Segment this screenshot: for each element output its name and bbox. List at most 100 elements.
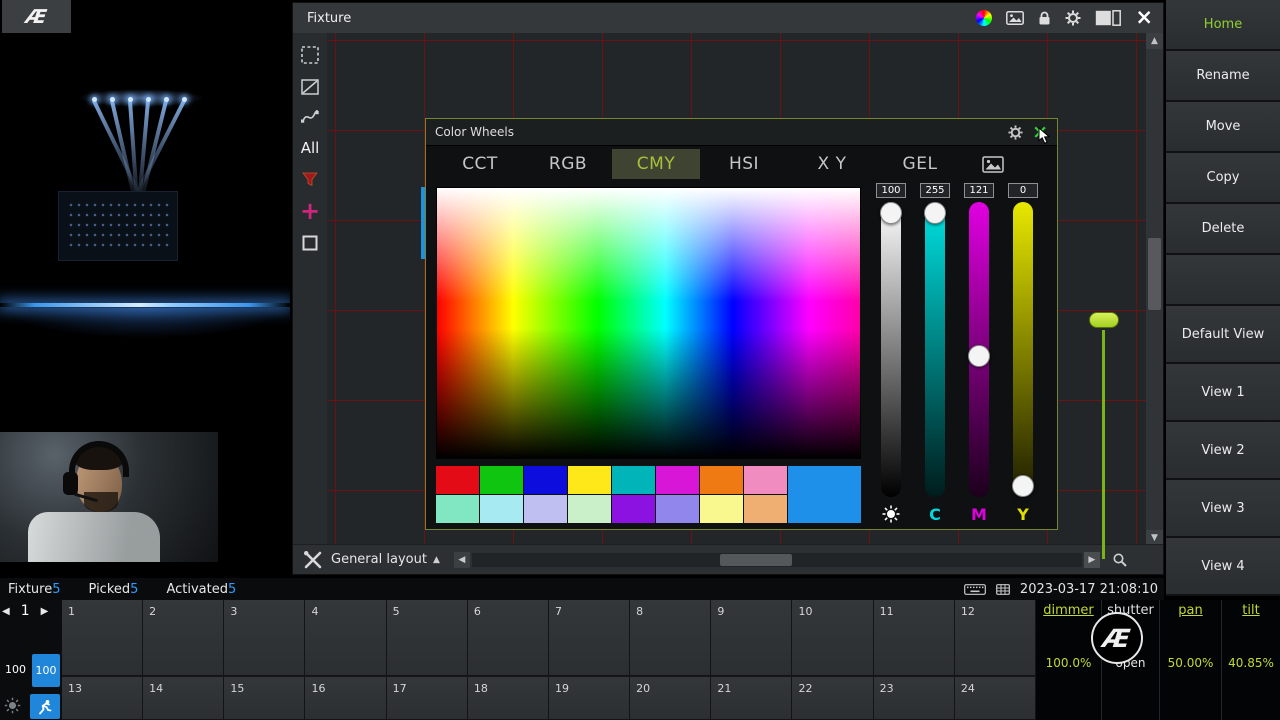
slider-track-yellow[interactable] [1012,202,1034,497]
tab-cmy[interactable]: CMY [612,149,700,179]
filter-icon[interactable] [302,172,318,187]
zoom-icon[interactable] [1112,552,1128,568]
playback-cell-4[interactable]: 4 [305,600,387,676]
playback-cell-15[interactable]: 15 [224,677,306,720]
color-swatch[interactable] [436,466,479,494]
sidebar-button-blank[interactable] [1166,255,1280,306]
color-swatch[interactable] [656,466,699,494]
window-close-button[interactable]: × [1135,6,1153,27]
playback-cell-2[interactable]: 2 [143,600,225,676]
dimmer-icon[interactable] [4,697,21,714]
color-swatch[interactable] [480,466,523,494]
playback-cell-10[interactable]: 10 [792,600,874,676]
color-swatch[interactable] [744,466,787,494]
color-swatch[interactable] [744,495,787,523]
layout-panes-icon[interactable] [1095,10,1122,26]
h-scrollbar-thumb[interactable] [719,553,792,566]
master-fader-track[interactable] [1102,330,1105,559]
slider-thumb-magenta[interactable] [968,345,990,368]
slider-track-magenta[interactable] [968,202,990,497]
active-bank-cell[interactable]: 100 [32,654,60,687]
dialog-titlebar[interactable]: Color Wheels × [426,119,1057,146]
color-swatch[interactable] [700,466,743,494]
color-gradient-picker[interactable] [436,187,861,459]
color-swatch[interactable] [568,495,611,523]
tab-rgb[interactable]: RGB [524,149,612,179]
current-color-swatch[interactable] [788,466,861,523]
slider-value-yellow[interactable]: 0 [1008,183,1038,198]
sidebar-button-view-4[interactable]: View 4 [1166,538,1280,596]
slider-value-cyan[interactable]: 255 [920,183,950,198]
playback-cell-16[interactable]: 16 [305,677,387,720]
gear-icon[interactable] [1065,10,1081,26]
playback-cell-18[interactable]: 18 [467,677,549,720]
playback-cell-17[interactable]: 17 [386,677,468,720]
v-scrollbar-thumb[interactable] [1148,238,1161,310]
sidebar-button-rename[interactable]: Rename [1166,51,1280,102]
color-swatch[interactable] [524,466,567,494]
scroll-up-button[interactable]: ▲ [1146,33,1163,49]
scroll-left-button[interactable]: ◀ [453,551,470,568]
sidebar-button-view-2[interactable]: View 2 [1166,422,1280,480]
status-fixture[interactable]: Fixture5 [8,582,61,597]
tab-xy[interactable]: X Y [788,149,876,179]
image-picker-tab[interactable] [982,155,1004,173]
slider-thumb-cyan[interactable] [924,202,946,224]
sidebar-button-move[interactable]: Move [1166,102,1280,153]
playback-cell-6[interactable]: 6 [467,600,549,676]
status-activated[interactable]: Activated5 [166,582,236,597]
color-swatch[interactable] [612,466,655,494]
image-icon[interactable] [1006,11,1025,25]
dialog-settings-icon[interactable] [1008,124,1023,140]
color-wheel-icon[interactable] [976,10,993,26]
vertical-scrollbar[interactable]: ▲ ▼ [1146,33,1163,546]
slider-track-brightness[interactable] [880,202,902,497]
playback-cell-21[interactable]: 21 [711,677,793,720]
param-label-pan[interactable]: pan [1178,603,1202,618]
numpad-icon[interactable] [996,583,1010,595]
page-next-button[interactable]: ▶ [41,606,49,617]
sidebar-button-home[interactable]: Home [1166,0,1280,51]
sidebar-button-delete[interactable]: Delete [1166,204,1280,255]
color-swatch[interactable] [524,495,567,523]
playback-cell-14[interactable]: 14 [143,677,225,720]
playback-cell-12[interactable]: 12 [954,600,1036,676]
select-all-button[interactable]: All [301,139,320,157]
playback-cell-22[interactable]: 22 [792,677,874,720]
playback-cell-7[interactable]: 7 [548,600,631,676]
page-prev-button[interactable]: ◀ [2,606,10,617]
param-label-tilt[interactable]: tilt [1242,603,1259,618]
sidebar-button-view-1[interactable]: View 1 [1166,364,1280,422]
slider-track-cyan[interactable] [924,202,946,497]
layout-selector[interactable]: General layout [331,552,427,567]
playback-cell-19[interactable]: 19 [548,677,631,720]
horizontal-scrollbar[interactable] [471,552,1082,567]
playback-cell-8[interactable]: 8 [630,600,712,676]
sidebar-button-view-3[interactable]: View 3 [1166,480,1280,538]
slider-thumb-yellow[interactable] [1012,475,1034,497]
color-swatch[interactable] [700,495,743,523]
color-swatch[interactable] [480,495,523,523]
playback-cell-20[interactable]: 20 [630,677,712,720]
scroll-right-button[interactable]: ▶ [1083,551,1100,568]
slider-value-brightness[interactable]: 100 [876,183,906,198]
color-swatch[interactable] [436,495,479,523]
playback-cell-1[interactable]: 1 [62,600,144,676]
sidebar-button-default-view[interactable]: Default View [1166,306,1280,364]
playback-cell-3[interactable]: 3 [224,600,306,676]
run-mode-cell[interactable] [30,694,60,719]
master-fader-thumb[interactable] [1089,312,1119,328]
playback-cell-23[interactable]: 23 [873,677,955,720]
caret-up-icon[interactable]: ▲ [433,555,440,565]
status-picked[interactable]: Picked5 [89,582,139,597]
color-swatch[interactable] [568,466,611,494]
playback-cell-11[interactable]: 11 [873,600,955,676]
color-swatch[interactable] [656,495,699,523]
tab-cct[interactable]: CCT [436,149,524,179]
lock-icon[interactable] [1038,11,1051,26]
color-swatch[interactable] [612,495,655,523]
add-fixture-button[interactable]: + [300,199,320,223]
playback-cell-9[interactable]: 9 [711,600,793,676]
keyboard-icon[interactable] [964,583,986,595]
window-titlebar[interactable]: Fixture × [293,3,1163,33]
